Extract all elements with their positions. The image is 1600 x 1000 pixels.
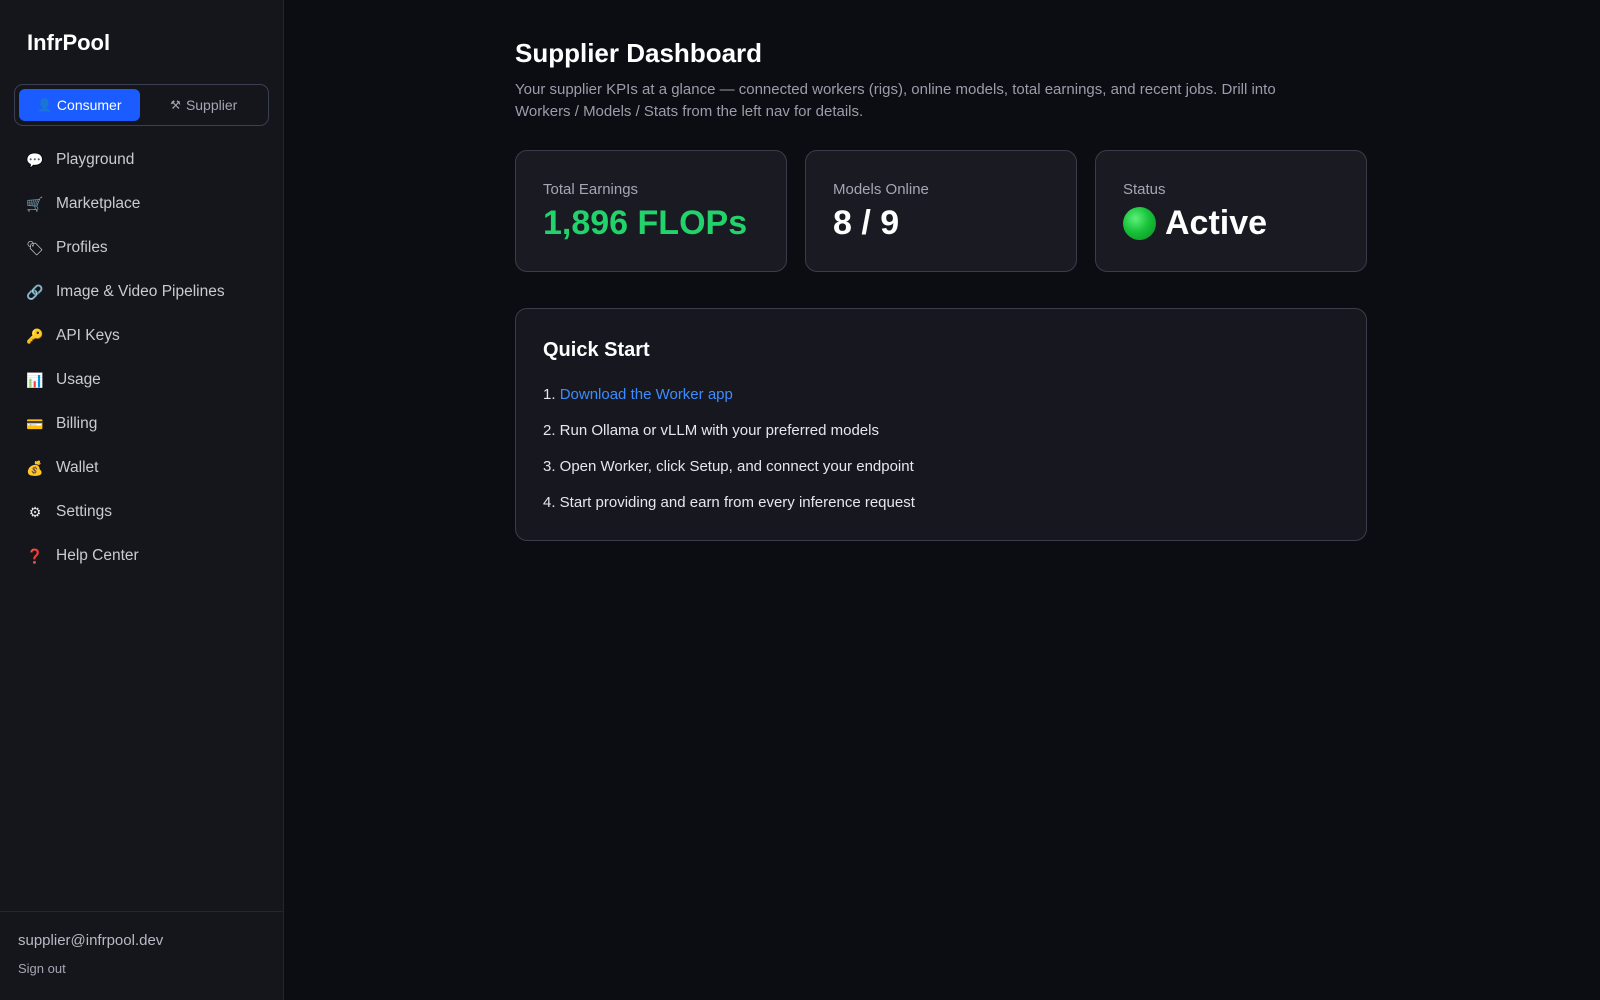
sidebar-item-label: API Keys (56, 327, 120, 344)
sidebar-item-label: Marketplace (56, 195, 141, 212)
kpi-cards: Total Earnings 1,896 FLOPs Models Online… (515, 150, 1367, 272)
mode-toggle: 👤 Consumer ⚒ Supplier (14, 84, 269, 126)
sidebar-item-label: Usage (56, 371, 101, 388)
sidebar-item-label: Billing (56, 415, 98, 432)
user-email: supplier@infrpool.dev (18, 932, 164, 949)
sidebar-item-label: Profiles (56, 239, 108, 256)
consumer-mode-label: Consumer (56, 97, 122, 113)
download-worker-link[interactable]: Download the Worker app (560, 386, 733, 403)
kpi-total-earnings: Total Earnings 1,896 FLOPs (515, 150, 787, 272)
supplier-mode-label: Supplier (185, 97, 238, 113)
chat-bubble-icon: 💬 (26, 151, 44, 168)
quick-start-step-2: 2. Run Ollama or vLLM with your preferre… (543, 422, 879, 439)
sidebar-item-usage[interactable]: 📊 Usage (0, 358, 283, 402)
link-icon: 🔗 (26, 283, 44, 300)
sidebar-item-help-center[interactable]: ❓ Help Center (0, 534, 283, 578)
user-area: supplier@infrpool.dev Sign out (0, 911, 283, 1000)
kpi-label: Models Online (833, 181, 929, 198)
credit-card-icon: 💳 (26, 415, 44, 432)
brand-logo[interactable]: InfrPool (0, 0, 283, 84)
bar-chart-icon: 📊 (26, 371, 44, 388)
supplier-mode-button[interactable]: ⚒ Supplier (144, 89, 265, 121)
sign-out-link[interactable]: Sign out (18, 961, 66, 976)
sidebar-item-playground[interactable]: 💬 Playground (0, 138, 283, 182)
hammer-pick-icon: ⚒ (170, 98, 181, 112)
kpi-label: Total Earnings (543, 181, 639, 198)
page-title: Supplier Dashboard (515, 38, 763, 68)
sidebar-item-profiles[interactable]: 🏷 Profiles (0, 226, 283, 270)
app-root: InfrPool 👤 Consumer ⚒ Supplier 💬 Playgro… (0, 0, 1600, 1000)
tag-icon: 🏷 (26, 239, 44, 256)
sidebar-item-label: Help Center (56, 547, 139, 564)
green-circle-icon (1123, 207, 1156, 240)
kpi-value: 8 / 9 (833, 204, 900, 242)
sidebar-item-settings[interactable]: ⚙ Settings (0, 490, 283, 534)
sidebar-item-pipelines[interactable]: 🔗 Image & Video Pipelines (0, 270, 283, 314)
quick-start-steps: 1. Download the Worker app 2. Run Ollama… (543, 386, 1366, 530)
quick-start-step-3: 3. Open Worker, click Setup, and connect… (543, 458, 914, 475)
kpi-models-online: Models Online 8 / 9 (805, 150, 1077, 272)
quick-start-step-4: 4. Start providing and earn from every i… (543, 494, 915, 511)
quick-start-title: Quick Start (543, 339, 650, 361)
sidebar-item-label: Settings (56, 503, 113, 520)
kpi-label: Status (1123, 181, 1166, 198)
step-number: 1. (543, 386, 560, 403)
sidebar: InfrPool 👤 Consumer ⚒ Supplier 💬 Playgro… (0, 0, 284, 1000)
sidebar-item-billing[interactable]: 💳 Billing (0, 402, 283, 446)
gear-icon: ⚙ (28, 503, 42, 520)
person-icon: 👤 (36, 98, 52, 112)
main-content: Supplier Dashboard Your supplier KPIs at… (284, 0, 1600, 1000)
status-text: Active (1165, 204, 1268, 242)
sidebar-item-wallet[interactable]: 💰 Wallet (0, 446, 283, 490)
sidebar-item-label: Image & Video Pipelines (56, 283, 225, 300)
sidebar-item-marketplace[interactable]: 🛒 Marketplace (0, 182, 283, 226)
page-subtitle: Your supplier KPIs at a glance — connect… (515, 81, 1276, 120)
money-bag-icon: 💰 (26, 459, 44, 476)
key-icon: 🔑 (26, 327, 44, 344)
dashboard-content: Supplier Dashboard Your supplier KPIs at… (515, 38, 1367, 541)
consumer-mode-button[interactable]: 👤 Consumer (19, 89, 140, 121)
sidebar-nav: 💬 Playground 🛒 Marketplace 🏷 Profiles 🔗 … (0, 138, 283, 578)
sidebar-item-label: Playground (56, 151, 135, 168)
question-icon: ❓ (26, 547, 44, 564)
quick-start-step-1: 1. Download the Worker app (543, 386, 1366, 422)
sidebar-item-label: Wallet (56, 459, 99, 476)
cart-icon: 🛒 (26, 195, 44, 212)
kpi-status-value: Active (1123, 204, 1366, 243)
quick-start-card: Quick Start 1. Download the Worker app 2… (515, 308, 1367, 541)
sidebar-item-api-keys[interactable]: 🔑 API Keys (0, 314, 283, 358)
kpi-value: 1,896 FLOPs (543, 204, 748, 242)
kpi-status: Status Active (1095, 150, 1367, 272)
